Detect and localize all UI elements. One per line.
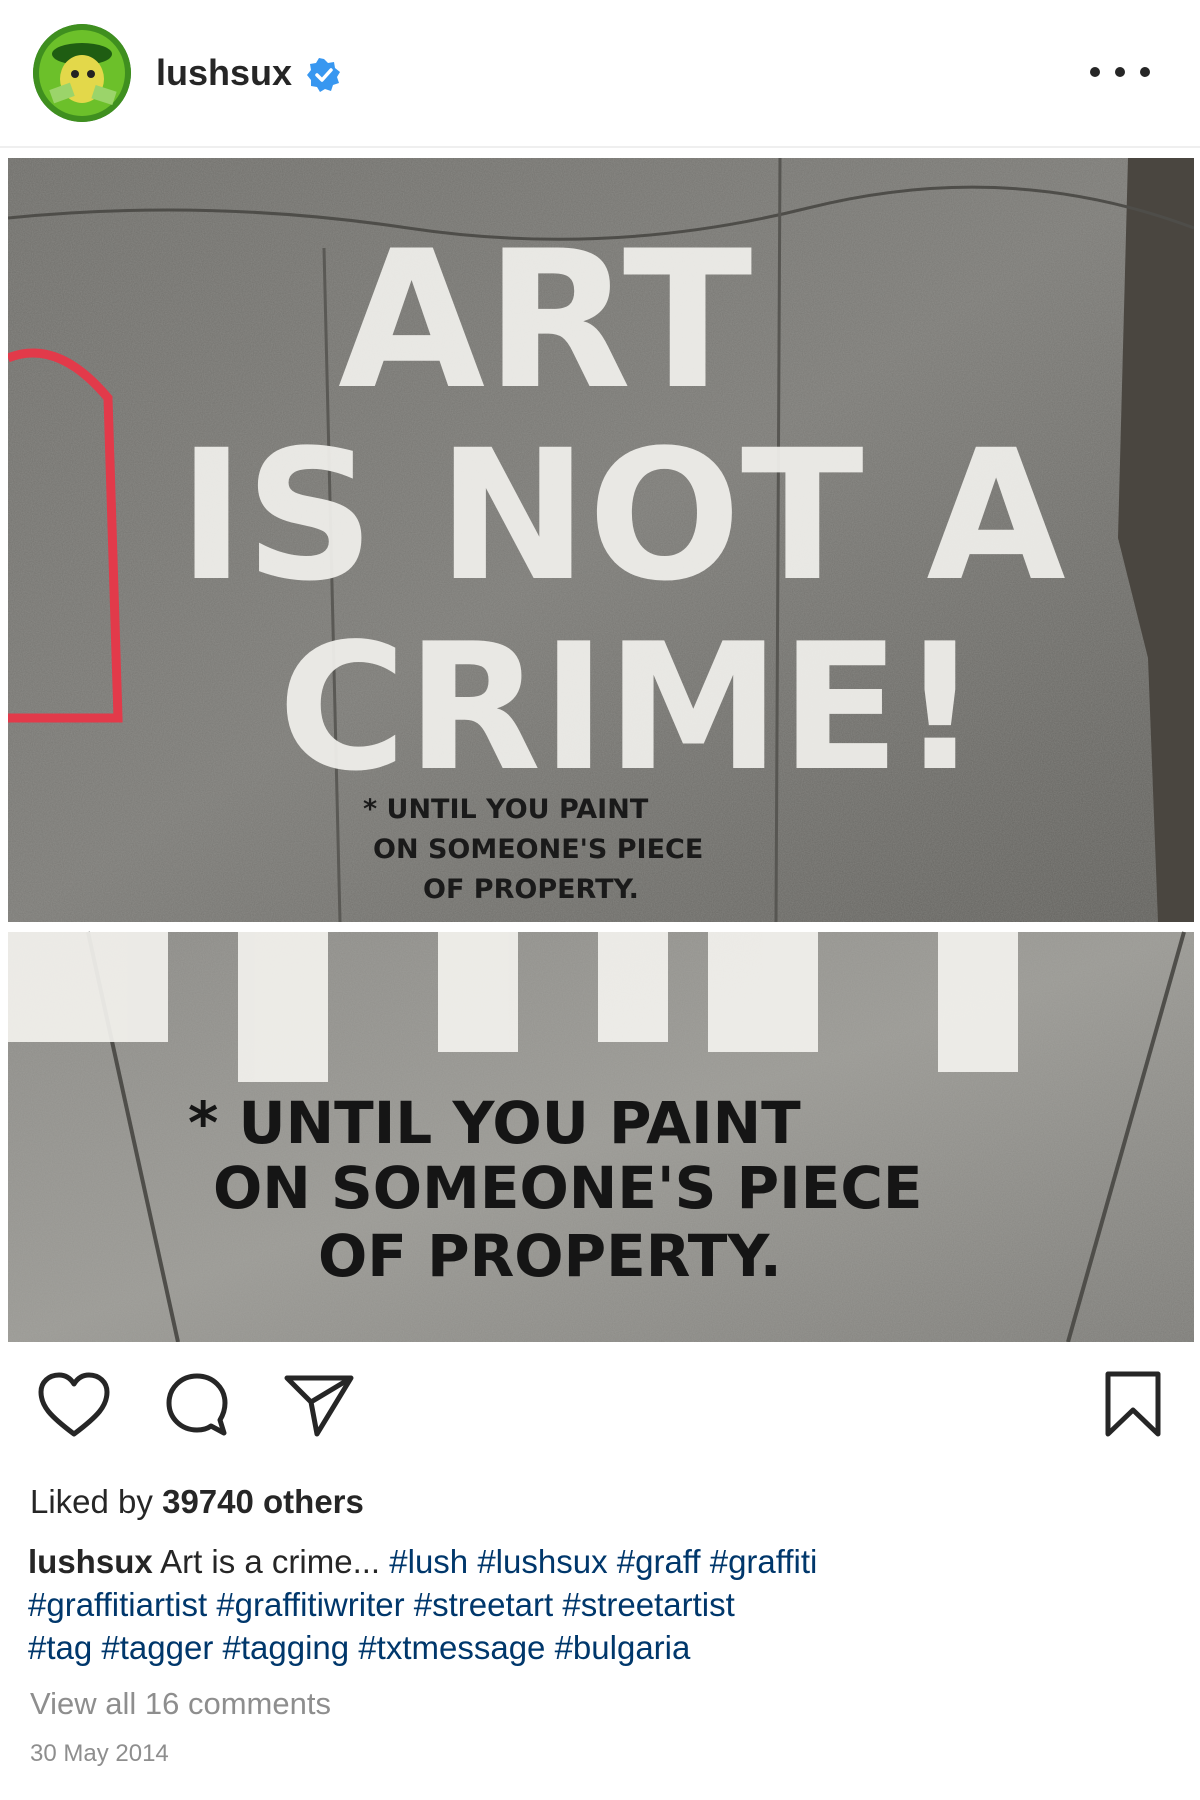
hashtag[interactable]: #lushsux [477,1543,607,1580]
hashtag[interactable]: #graffitiartist [28,1586,207,1623]
graffiti-closeup-line1: * UNTIL YOU PAINT [188,1089,801,1157]
caption-text: Art is a crime... [160,1543,381,1580]
post-image[interactable]: ART IS NOT A CRIME! * UNTIL YOU PAINT ON… [6,157,1195,1343]
avatar[interactable] [33,24,131,122]
hashtag[interactable]: #streetart [414,1586,553,1623]
likes-prefix: Liked by [30,1483,163,1520]
hashtag[interactable]: #tagging [223,1629,350,1666]
bookmark-icon[interactable] [1104,1370,1162,1438]
graffiti-crime: CRIME! [278,607,980,810]
caption-username[interactable]: lushsux [28,1543,153,1580]
hashtag[interactable]: #lush [389,1543,468,1580]
hashtag[interactable]: #streetartist [562,1586,734,1623]
graffiti-closeup-line2: ON SOMEONE'S PIECE [213,1154,923,1222]
post-date: 30 May 2014 [30,1740,169,1767]
comment-icon[interactable] [164,1372,230,1438]
hashtag[interactable]: #txtmessage [358,1629,545,1666]
verified-badge-icon [307,58,340,92]
hashtag[interactable]: #graffiti [710,1543,818,1580]
header-username[interactable]: lushsux [156,52,292,94]
more-options-icon[interactable] [1090,52,1150,92]
view-all-comments-link[interactable]: View all 16 comments [30,1686,331,1722]
graffiti-footnote-line3: OF PROPERTY. [423,874,639,905]
graffiti-footnote-line1: * UNTIL YOU PAINT [363,794,649,825]
hashtag[interactable]: #graff [617,1543,701,1580]
graffiti-art: ART [338,210,752,431]
graffiti-is-not-a: IS NOT A [178,412,1066,621]
graffiti-footnote-line2: ON SOMEONE'S PIECE [373,834,703,865]
likes-summary[interactable]: Liked by 39740 others [30,1483,364,1521]
caption: lushsux Art is a crime... #lush #lushsux… [28,1540,1168,1669]
heart-icon[interactable] [38,1372,110,1438]
likes-count[interactable]: 39740 others [162,1483,364,1520]
paper-plane-icon[interactable] [284,1374,354,1438]
hashtag[interactable]: #tagger [101,1629,213,1666]
hashtag[interactable]: #bulgaria [555,1629,691,1666]
action-bar [0,1360,1200,1460]
hashtag[interactable]: #tag [28,1629,92,1666]
post-header: lushsux [0,0,1200,148]
hashtag[interactable]: #graffitiwriter [216,1586,404,1623]
graffiti-closeup-line3: OF PROPERTY. [318,1222,782,1290]
